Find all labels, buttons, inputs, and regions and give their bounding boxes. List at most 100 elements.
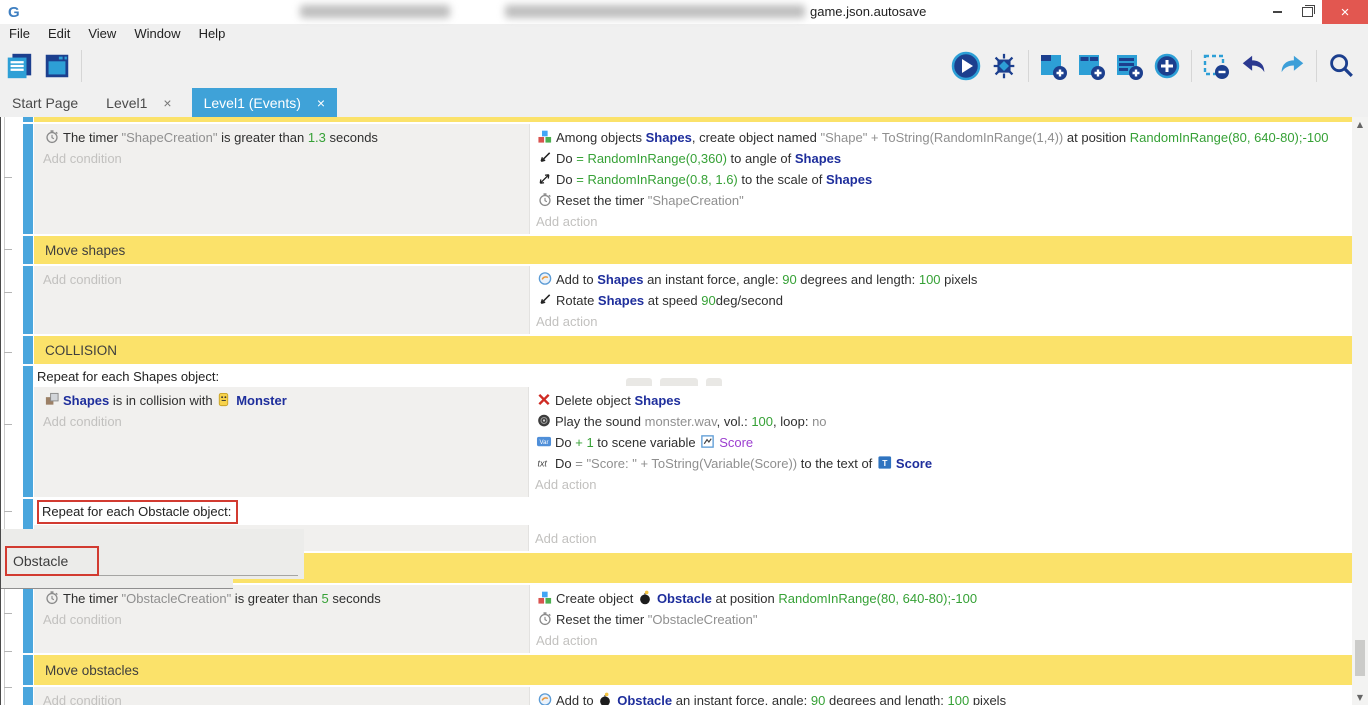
event-selection-bar[interactable]: [23, 687, 33, 705]
tree-tick: [4, 177, 12, 178]
search-button[interactable]: [1324, 49, 1358, 83]
action-line-add[interactable]: Add action: [536, 630, 1345, 651]
force-icon: [537, 271, 553, 286]
action-line-add[interactable]: Add action: [535, 474, 1345, 495]
condition-line-add[interactable]: Add condition: [43, 690, 521, 705]
action-line[interactable]: Add to Obstacle an instant force, angle:…: [536, 690, 1345, 705]
text-segment: seconds: [326, 130, 378, 145]
bug-icon: [989, 51, 1019, 81]
action-line[interactable]: Reset the timer "ObstacleCreation": [536, 609, 1345, 630]
action-line[interactable]: VarDo + 1 to scene variable Score: [535, 432, 1345, 453]
action-line[interactable]: Rotate Shapes at speed 90deg/second: [536, 290, 1345, 311]
menu-edit[interactable]: Edit: [39, 26, 79, 41]
object-name-input[interactable]: Obstacle: [5, 546, 99, 576]
action-line[interactable]: Create object Obstacle at position Rando…: [536, 588, 1345, 609]
close-button[interactable]: ×: [1322, 0, 1368, 24]
add-other-button[interactable]: [1150, 49, 1184, 83]
repeat-event-header[interactable]: Repeat for each Obstacle object:: [34, 499, 1353, 525]
actions-column: Among objects Shapes, create object name…: [530, 124, 1353, 234]
angle-icon: [537, 150, 553, 165]
condition-line-add[interactable]: Add condition: [43, 269, 521, 290]
text-segment: Do: [555, 456, 575, 471]
action-line[interactable]: Delete object Shapes: [535, 390, 1345, 411]
tree-tick: [4, 651, 12, 652]
action-line-add[interactable]: Add action: [535, 528, 1345, 549]
condition-line[interactable]: The timer "ObstacleCreation" is greater …: [43, 588, 521, 609]
vertical-scrollbar[interactable]: ▲ ▼: [1352, 117, 1368, 705]
event-selection-bar[interactable]: [23, 236, 33, 264]
minimize-button[interactable]: [1262, 0, 1292, 24]
redo-button[interactable]: [1275, 49, 1309, 83]
redo-icon: [1277, 51, 1307, 81]
scrollbar-thumb[interactable]: [1355, 640, 1365, 676]
tab-close-icon[interactable]: ×: [163, 95, 171, 111]
event-selection-bar[interactable]: [23, 266, 33, 334]
toolbar-separator: [1028, 50, 1029, 82]
text-segment: , loop:: [773, 414, 812, 429]
event-selection-bar[interactable]: [23, 117, 33, 122]
condition-line[interactable]: The timer "ShapeCreation" is greater tha…: [43, 127, 521, 148]
svg-text:txt: txt: [538, 458, 548, 468]
text-segment: Shapes: [646, 130, 692, 145]
project-manager-button[interactable]: [2, 49, 36, 83]
text-segment: 100: [751, 414, 773, 429]
undo-button[interactable]: [1237, 49, 1271, 83]
scroll-up-arrow[interactable]: ▲: [1352, 117, 1368, 132]
event-selection-bar[interactable]: [23, 336, 33, 364]
comment-row[interactable]: Move shapes: [34, 236, 1353, 264]
text-segment: to the scale of: [738, 172, 826, 187]
tree-tick: [4, 613, 12, 614]
menu-help[interactable]: Help: [190, 26, 235, 41]
action-line[interactable]: Do = RandomInRange(0.8, 1.6) to the scal…: [536, 169, 1345, 190]
condition-line-add[interactable]: Add condition: [43, 411, 520, 432]
menu-view[interactable]: View: [79, 26, 125, 41]
scroll-down-arrow[interactable]: ▼: [1352, 690, 1368, 705]
condition-line[interactable]: Shapes is in collision with Monster: [43, 390, 520, 411]
action-line[interactable]: Play the sound monster.wav, vol.: 100, l…: [535, 411, 1345, 432]
menu-file[interactable]: File: [0, 26, 39, 41]
text-segment: Shapes: [598, 293, 644, 308]
play-icon: [950, 50, 982, 82]
event-selection-bar[interactable]: [23, 655, 33, 685]
action-line-add[interactable]: Add action: [536, 311, 1345, 332]
hover-toolbar-stub[interactable]: [706, 378, 722, 386]
timer-icon: [44, 590, 60, 605]
remove-event-button[interactable]: [1199, 49, 1233, 83]
tab-close-icon[interactable]: ×: [317, 95, 325, 111]
menu-window[interactable]: Window: [125, 26, 189, 41]
text-action-icon: txt: [536, 455, 552, 470]
scene-editor-icon: [42, 51, 72, 81]
text-object-icon: T: [877, 455, 893, 470]
tree-tick: [4, 292, 12, 293]
text-segment: is greater than: [217, 130, 307, 145]
add-event-icon: [1037, 50, 1069, 82]
preview-button[interactable]: [949, 49, 983, 83]
hover-toolbar-stub[interactable]: [626, 378, 652, 386]
tab-start-page[interactable]: Start Page: [0, 88, 90, 117]
action-line[interactable]: txtDo = "Score: " + ToString(Variable(Sc…: [535, 453, 1345, 474]
add-event-button[interactable]: [1036, 49, 1070, 83]
event-selection-bar[interactable]: [23, 124, 33, 234]
condition-line-add[interactable]: Add condition: [43, 148, 521, 169]
text-segment: Score: [719, 435, 753, 450]
add-comment-button[interactable]: [1112, 49, 1146, 83]
condition-line-add[interactable]: Add condition: [43, 609, 521, 630]
scene-editor-button[interactable]: [40, 49, 74, 83]
action-line[interactable]: Among objects Shapes, create object name…: [536, 127, 1345, 148]
hover-toolbar-stub[interactable]: [660, 378, 698, 386]
restore-button[interactable]: [1292, 0, 1322, 24]
action-line[interactable]: Add to Shapes an instant force, angle: 9…: [536, 269, 1345, 290]
debug-button[interactable]: [987, 49, 1021, 83]
comment-row[interactable]: Move obstacles: [34, 655, 1353, 685]
event-row: The timer "ObstacleCreation" is greater …: [1, 585, 1353, 653]
comment-row[interactable]: COLLISION: [34, 336, 1353, 364]
action-line-add[interactable]: Add action: [536, 211, 1345, 232]
action-line[interactable]: Reset the timer "ShapeCreation": [536, 190, 1345, 211]
actions-column: Create object Obstacle at position Rando…: [530, 585, 1353, 653]
tab-level1-events[interactable]: Level1 (Events) ×: [192, 88, 337, 117]
event-selection-bar[interactable]: [23, 366, 33, 497]
add-subevent-button[interactable]: [1074, 49, 1108, 83]
tab-level1[interactable]: Level1 ×: [94, 88, 183, 117]
event-selection-bar[interactable]: [23, 585, 33, 653]
action-line[interactable]: Do = RandomInRange(0,360) to angle of Sh…: [536, 148, 1345, 169]
